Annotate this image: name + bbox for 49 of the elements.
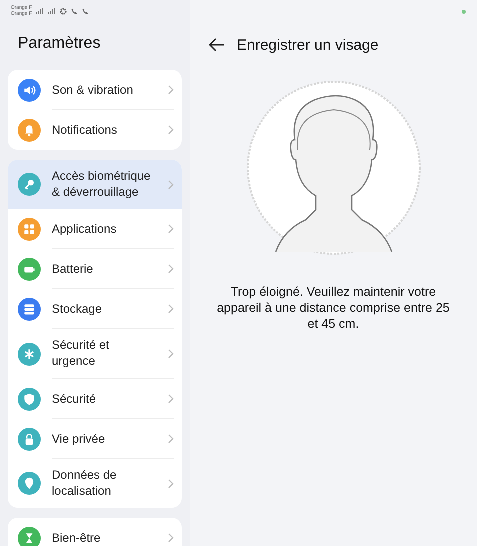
settings-item[interactable]: Applications [8, 209, 182, 249]
item-label: Bien-être [52, 530, 101, 546]
chevron-right-icon [168, 533, 174, 543]
chevron-right-icon [168, 304, 174, 314]
chevron-right-icon [168, 224, 174, 234]
item-label: Notifications [52, 122, 118, 138]
page-title: Enregistrer un visage [237, 36, 379, 54]
item-label: Sécurité [52, 390, 96, 406]
chevron-right-icon [168, 84, 174, 94]
item-label: Sécurité et urgence [52, 337, 110, 369]
item-label: Données de localisation [52, 467, 118, 499]
chevron-right-icon [168, 394, 174, 404]
item-label: Stockage [52, 300, 102, 316]
item-label: Applications [52, 220, 117, 236]
storage-icon [23, 302, 36, 316]
item-label: Vie privée [52, 430, 106, 446]
chevron-right-icon [168, 125, 174, 135]
back-arrow-icon[interactable] [209, 38, 225, 52]
chevron-right-icon [168, 348, 174, 358]
item-label: Son & vibration [52, 82, 134, 98]
status-dot [462, 10, 466, 14]
settings-item[interactable]: Son & vibration [8, 70, 182, 110]
settings-item[interactable]: Sécurité et urgence [8, 329, 182, 379]
item-label: Batterie [52, 260, 94, 276]
signal-icon [48, 8, 56, 14]
instruction-text: Trop éloigné. Veuillez maintenir votre appareil à une distance comprise entre 25 et 45 cm. [216, 284, 451, 332]
settings-item[interactable]: Notifications [8, 110, 182, 150]
apps-icon [23, 222, 36, 236]
location-pin-icon [23, 477, 36, 490]
settings-item[interactable]: Stockage [8, 289, 182, 329]
settings-item[interactable]: Sécurité [8, 379, 182, 419]
bell-icon [23, 124, 36, 136]
chevron-right-icon [168, 180, 174, 190]
chevron-right-icon [168, 264, 174, 274]
chevron-right-icon [168, 478, 174, 488]
settings-item[interactable]: Données de localisation [8, 459, 182, 508]
settings-item[interactable]: Accès biométrique & déverrouillage [8, 160, 182, 209]
key-icon [23, 178, 36, 191]
chevron-right-icon [168, 434, 174, 444]
shield-icon [23, 392, 36, 406]
asterisk-icon [23, 348, 36, 360]
settings-item[interactable]: Vie privée [8, 419, 182, 459]
sidebar-title: Paramètres [17, 34, 102, 53]
settings-item[interactable]: Bien-être [8, 518, 182, 546]
speaker-icon [23, 84, 36, 96]
item-label: Accès biométrique & déverrouillage [52, 168, 152, 200]
signal-icon [36, 8, 44, 14]
settings-item[interactable]: Batterie [8, 249, 182, 289]
lock-icon [23, 432, 36, 446]
